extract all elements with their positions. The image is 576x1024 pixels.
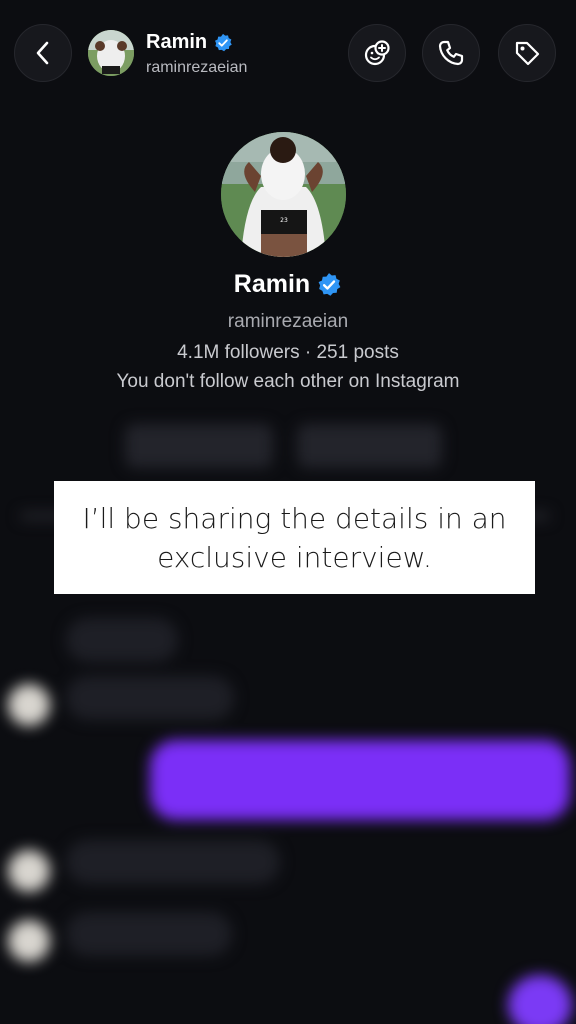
sender-avatar [8,684,50,726]
tag-button[interactable] [498,24,556,82]
profile-stats: 4.1M followers · 251 posts [177,342,399,363]
header-avatar[interactable] [88,30,134,76]
back-button[interactable] [14,24,72,82]
dm-thread-screen: Ramin raminrezaeian 23 Ramin raminrezaei… [0,0,576,1024]
profile-username: raminrezaeian [227,311,349,332]
header-name-text: Ramin [146,31,208,53]
sticker-add-icon [364,40,390,66]
sender-avatar [8,850,50,892]
message-bubble-outgoing[interactable] [150,740,570,820]
avatar-photo [88,30,134,76]
view-profile-button[interactable] [125,424,273,468]
profile-name: Ramin [0,270,576,299]
profile-name-text: Ramin [233,270,311,298]
video-caption: I’ll be sharing the details in an exclus… [54,481,535,594]
verified-badge-icon [318,272,341,296]
verified-badge-icon [215,33,232,51]
phone-icon [438,40,464,66]
header-name[interactable]: Ramin [146,31,233,54]
caption-text: I’ll be sharing the details in an exclus… [82,501,507,574]
profile-photo: 23 [221,132,346,257]
chevron-left-icon [36,41,49,65]
tag-icon [515,41,540,66]
message-bubble-incoming[interactable] [66,618,178,662]
sender-avatar [8,920,50,962]
follow-status-note: You don't follow each other on Instagram [116,371,460,392]
videos-button[interactable] [297,424,442,468]
message-bubble-incoming[interactable] [66,676,234,720]
effects-button[interactable] [348,24,406,82]
outgoing-reaction[interactable] [508,975,572,1024]
svg-text:23: 23 [280,217,288,224]
chat-header: Ramin raminrezaeian [0,0,576,100]
profile-avatar[interactable]: 23 [221,132,346,257]
message-bubble-incoming[interactable] [66,840,280,884]
audio-call-button[interactable] [422,24,480,82]
message-bubble-incoming[interactable] [66,912,232,956]
header-username: raminrezaeian [146,59,248,76]
